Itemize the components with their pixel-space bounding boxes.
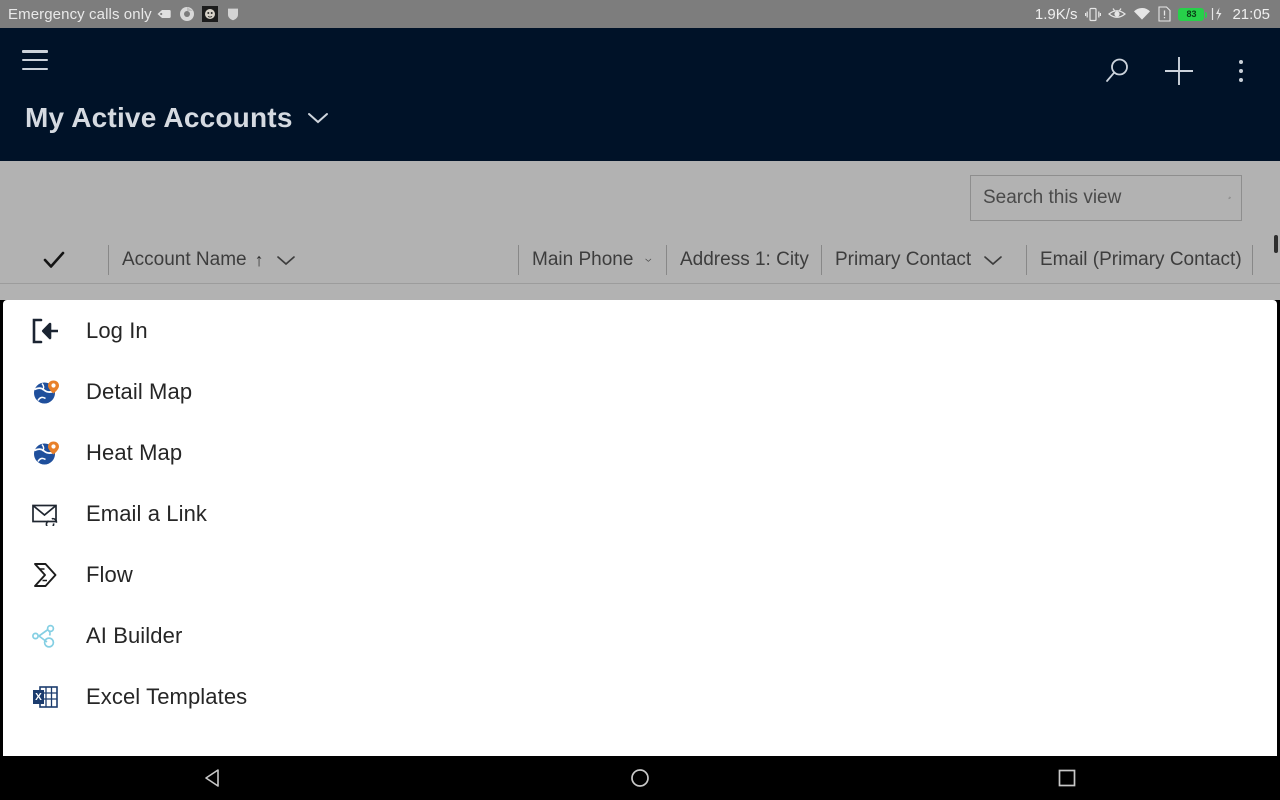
command-menu-sheet: Log In Detail Map Heat Map Email a Link … [3,300,1277,756]
hamburger-line [22,67,48,70]
menu-item-label: Detail Map [86,378,193,404]
chevron-down-icon [307,113,328,124]
column-end-divider [1252,243,1272,277]
column-header-address-city[interactable]: Address 1: City [666,243,821,277]
column-label: Account Name [122,249,247,270]
ai-builder-icon [31,621,61,651]
plus-icon [1165,57,1193,85]
column-header-primary-contact[interactable]: Primary Contact [821,243,1026,277]
hamburger-line [22,58,48,62]
search-this-view-box[interactable] [970,175,1242,221]
column-header-email-primary-contact[interactable]: Email (Primary Contact) [1026,243,1252,277]
charging-icon [1212,7,1222,21]
excel-icon: X [31,682,61,712]
status-bar-right: 1.9K/s 83 21:05 [1035,6,1270,23]
android-nav-bar [0,756,1280,800]
sim-icon [1158,6,1172,22]
circle-home-icon [631,769,649,787]
menu-item-excel-templates[interactable]: X Excel Templates [3,666,1277,727]
column-label: Main Phone [532,249,634,270]
home-button[interactable] [565,756,715,800]
select-all-checkbox[interactable] [0,249,108,271]
search-input[interactable] [983,187,1228,209]
sign-in-icon [31,316,61,346]
svg-text:X: X [35,692,42,703]
notification-icons [156,6,241,22]
app-face-icon [201,6,218,22]
square-recents-icon [1058,769,1075,787]
column-label: Email (Primary Contact) [1040,249,1242,270]
column-label: Primary Contact [835,249,972,270]
recents-button[interactable] [992,756,1142,800]
kebab-icon [1239,60,1243,82]
kebab-dot [1239,69,1243,73]
wifi-icon [1134,7,1151,20]
more-commands-button[interactable] [1210,46,1272,96]
globe-pin-icon [31,438,61,468]
menu-item-label: Email a Link [86,500,208,526]
checkmark-icon [43,251,65,268]
kebab-dot [1239,60,1243,64]
column-header-account-name[interactable]: Account Name ↑ [108,243,518,277]
hamburger-line [22,50,48,53]
vibrate-icon [1085,7,1102,21]
menu-item-email-a-link[interactable]: Email a Link [3,483,1277,544]
battery-level-label: 83 [1186,8,1197,19]
view-selector[interactable]: My Active Accounts [25,102,329,134]
search-icon[interactable] [1228,185,1231,211]
app-header: My Active Accounts [0,28,1280,161]
menu-item-label: Heat Map [86,439,183,465]
data-rate-label: 1.9K/s [1034,5,1078,23]
hamburger-icon[interactable] [22,50,48,70]
grid-toolbar-area: Account Name ↑ Main Phone Address 1: Cit… [0,161,1280,300]
email-link-icon [31,499,61,529]
column-label: Address 1: City [680,249,809,270]
search-button[interactable] [1086,46,1148,96]
menu-item-flow[interactable]: Flow [3,544,1277,605]
header-divider [0,283,1280,284]
kebab-dot [1239,78,1243,82]
chrome-icon [179,7,194,21]
menu-item-ai-builder[interactable]: AI Builder [3,605,1277,666]
header-actions [1086,46,1272,96]
tag-icon [157,10,171,18]
menu-item-label: Log In [86,317,148,343]
column-header-main-phone[interactable]: Main Phone [518,243,666,277]
search-icon [1106,58,1128,82]
flow-icon [31,560,61,590]
clock-label: 21:05 [1232,5,1270,23]
triangle-back-icon [205,769,220,787]
menu-item-label: AI Builder [86,622,183,648]
column-headers: Account Name ↑ Main Phone Address 1: Cit… [0,237,1280,283]
chevron-down-icon[interactable] [983,254,1003,266]
arrow-up-icon: ↑ [254,249,264,270]
vertical-scrollbar[interactable] [1274,235,1278,253]
chevron-down-icon[interactable] [276,254,296,266]
menu-item-label: Excel Templates [86,683,248,709]
status-bar-left: Emergency calls only [8,6,1035,23]
shield-icon [227,8,238,21]
menu-item-heat-map[interactable]: Heat Map [3,422,1277,483]
menu-item-detail-map[interactable]: Detail Map [3,361,1277,422]
chevron-down-icon[interactable] [645,254,652,266]
back-button[interactable] [138,756,288,800]
phone-screen: Emergency calls only 1.9K/s 83 21:05 My … [0,0,1280,800]
globe-pin-icon [31,377,61,407]
new-record-button[interactable] [1148,46,1210,96]
android-status-bar: Emergency calls only 1.9K/s 83 21:05 [0,0,1280,28]
carrier-label: Emergency calls only [8,5,152,23]
menu-item-log-in[interactable]: Log In [3,300,1277,361]
battery-indicator: 83 [1178,7,1208,21]
page-title: My Active Accounts [25,102,293,133]
menu-item-label: Flow [86,561,133,587]
eye-icon [1108,8,1127,18]
